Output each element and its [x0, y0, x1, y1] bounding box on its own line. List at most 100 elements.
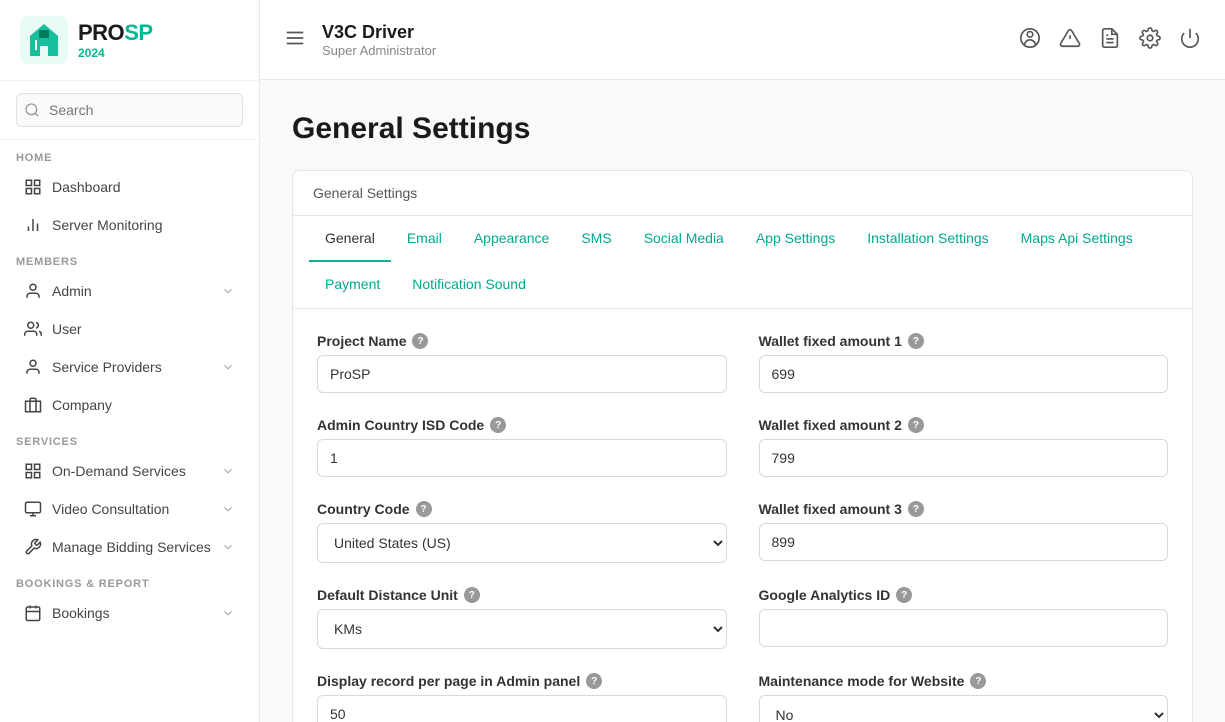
sidebar-section-bookings: BOOKINGS & REPORT [0, 566, 259, 594]
input-wallet-amount-3[interactable] [759, 523, 1169, 561]
input-project-name[interactable] [317, 355, 727, 393]
sidebar-item-service-providers[interactable]: Service Providers [8, 349, 251, 385]
field-project-name: Project Name ? [317, 333, 727, 393]
grid2-icon [24, 462, 42, 480]
field-wallet-amount-2: Wallet fixed amount 2 ? [759, 417, 1169, 477]
info-icon-maintenance[interactable]: ? [970, 673, 986, 689]
hamburger-button[interactable] [284, 27, 306, 52]
input-admin-isd-code[interactable] [317, 439, 727, 477]
tab-email[interactable]: Email [391, 216, 458, 262]
gear-icon [1139, 27, 1161, 49]
alert-icon-button[interactable] [1059, 27, 1081, 52]
bar-chart-icon [24, 216, 42, 234]
building-icon [24, 396, 42, 414]
tab-appearance[interactable]: Appearance [458, 216, 566, 262]
input-wallet-amount-1[interactable] [759, 355, 1169, 393]
logo-name: PROSP [78, 20, 153, 46]
sidebar-item-manage-bidding[interactable]: Manage Bidding Services [8, 529, 251, 565]
sidebar-item-server-monitoring[interactable]: Server Monitoring [8, 207, 251, 243]
field-distance-unit: Default Distance Unit ? KMs Miles [317, 587, 727, 649]
tab-sms[interactable]: SMS [565, 216, 627, 262]
select-country-code[interactable]: United States (US) United Kingdom (UK) I… [317, 523, 727, 563]
section-title-members: MEMBERS [16, 256, 243, 268]
sidebar-item-dashboard[interactable]: Dashboard [8, 169, 251, 205]
sidebar-item-video-consultation[interactable]: Video Consultation [8, 491, 251, 527]
input-display-record[interactable] [317, 695, 727, 722]
tab-notification-sound[interactable]: Notification Sound [396, 262, 542, 308]
field-admin-isd-code: Admin Country ISD Code ? [317, 417, 727, 477]
power-icon-button[interactable] [1179, 27, 1201, 52]
select-maintenance-mode[interactable]: No Yes [759, 695, 1169, 722]
field-country-code: Country Code ? United States (US) United… [317, 501, 727, 563]
card-header: General Settings [293, 171, 1192, 216]
field-display-record: Display record per page in Admin panel ? [317, 673, 727, 722]
search-area [0, 81, 259, 140]
tab-app-settings[interactable]: App Settings [740, 216, 851, 262]
section-title-services: SERVICES [16, 436, 243, 448]
info-icon-isd-code[interactable]: ? [490, 417, 506, 433]
input-wallet-amount-2[interactable] [759, 439, 1169, 477]
info-icon-country-code[interactable]: ? [416, 501, 432, 517]
tab-payment[interactable]: Payment [309, 262, 396, 308]
chevron-icon [221, 502, 235, 516]
group-icon [24, 320, 42, 338]
info-icon-wallet-2[interactable]: ? [908, 417, 924, 433]
app-name: V3C Driver [322, 22, 1003, 43]
id-card-icon [24, 358, 42, 376]
page-content: General Settings General Settings Genera… [260, 80, 1225, 722]
label-wallet-amount-2: Wallet fixed amount 2 ? [759, 417, 1169, 433]
header: V3C Driver Super Administrator [260, 0, 1225, 80]
input-google-analytics[interactable] [759, 609, 1169, 647]
settings-card: General Settings General Email Appearanc… [292, 170, 1193, 722]
main-area: V3C Driver Super Administrator [260, 0, 1225, 722]
sidebar: PROSP 2024 HOME Dashboard Server Monitor… [0, 0, 260, 722]
grid-icon [24, 178, 42, 196]
label-distance-unit: Default Distance Unit ? [317, 587, 727, 603]
power-icon [1179, 27, 1201, 49]
tab-general[interactable]: General [309, 216, 391, 262]
label-project-name: Project Name ? [317, 333, 727, 349]
label-country-code: Country Code ? [317, 501, 727, 517]
tab-maps-api-settings[interactable]: Maps Api Settings [1005, 216, 1149, 262]
sidebar-section-home: HOME [0, 140, 259, 168]
sidebar-item-user[interactable]: User [8, 311, 251, 347]
search-input[interactable] [16, 93, 243, 127]
info-icon-wallet-3[interactable]: ? [908, 501, 924, 517]
user-circle-icon [1019, 27, 1041, 49]
field-maintenance-mode: Maintenance mode for Website ? No Yes [759, 673, 1169, 722]
settings-icon-button[interactable] [1139, 27, 1161, 52]
field-wallet-amount-1: Wallet fixed amount 1 ? [759, 333, 1169, 393]
select-distance-unit[interactable]: KMs Miles [317, 609, 727, 649]
tab-social-media[interactable]: Social Media [628, 216, 740, 262]
app-role: Super Administrator [322, 43, 1003, 58]
label-display-record: Display record per page in Admin panel ? [317, 673, 727, 689]
admin-label: Admin [52, 283, 211, 299]
logo-year: 2024 [78, 46, 153, 60]
info-icon-project-name[interactable]: ? [412, 333, 428, 349]
video-consultation-label: Video Consultation [52, 501, 211, 517]
profile-icon-button[interactable] [1019, 27, 1041, 52]
tabs-bar: General Email Appearance SMS Social Medi… [293, 216, 1192, 309]
tab-installation-settings[interactable]: Installation Settings [851, 216, 1004, 262]
company-label: Company [52, 397, 235, 413]
sidebar-item-bookings[interactable]: Bookings [8, 595, 251, 631]
info-icon-wallet-1[interactable]: ? [908, 333, 924, 349]
info-icon-analytics[interactable]: ? [896, 587, 912, 603]
service-providers-label: Service Providers [52, 359, 211, 375]
on-demand-label: On-Demand Services [52, 463, 211, 479]
document-icon-button[interactable] [1099, 27, 1121, 52]
sidebar-section-members: MEMBERS [0, 244, 259, 272]
sidebar-item-company[interactable]: Company [8, 387, 251, 423]
info-icon-distance-unit[interactable]: ? [464, 587, 480, 603]
logo-text: PROSP 2024 [78, 20, 153, 60]
page-title: General Settings [292, 112, 1193, 146]
sidebar-item-on-demand-services[interactable]: On-Demand Services [8, 453, 251, 489]
info-icon-display-record[interactable]: ? [586, 673, 602, 689]
sidebar-item-admin[interactable]: Admin [8, 273, 251, 309]
section-title-home: HOME [16, 152, 243, 164]
section-title-bookings: BOOKINGS & REPORT [16, 578, 243, 590]
header-title: V3C Driver Super Administrator [322, 22, 1003, 58]
chevron-icon [221, 606, 235, 620]
user-label: User [52, 321, 235, 337]
file-text-icon [1099, 27, 1121, 49]
